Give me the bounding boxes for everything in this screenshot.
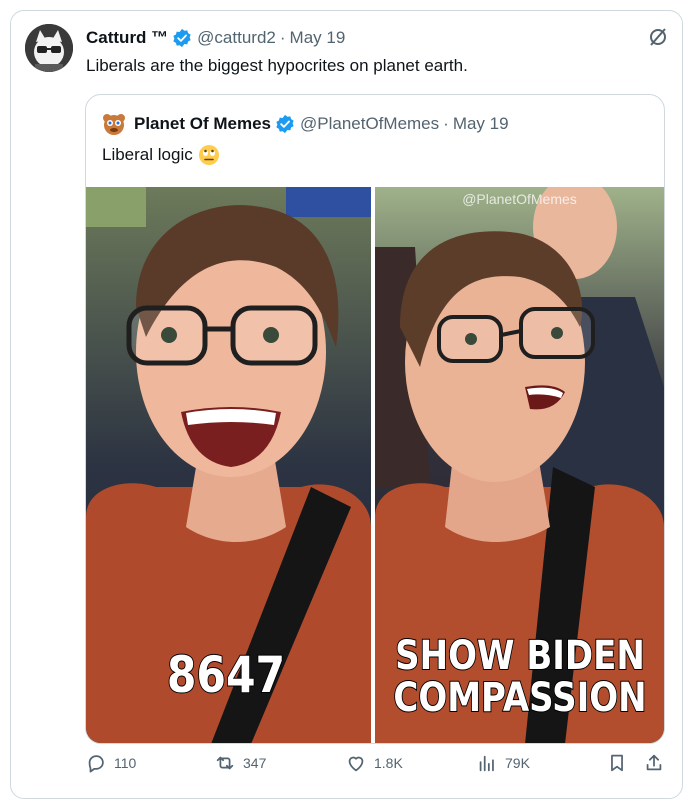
meme-right-caption-line1: SHOW BIDEN [394,633,645,679]
retweet-button[interactable]: 347 [214,752,266,774]
meme-right-panel: @PlanetOfMemes SHOW BIDEN COMPASSION [375,187,664,743]
verified-badge-icon [172,28,192,48]
rolling-eyes-emoji-icon [198,144,220,166]
views-button[interactable]: 79K [476,752,530,774]
retweet-icon [216,756,234,770]
quote-author-name[interactable]: Planet Of Memes [134,114,271,134]
author-handle[interactable]: @catturd2 [197,28,276,48]
meme-left-panel: 8647 [86,187,371,743]
quote-date[interactable]: May 19 [453,114,509,134]
separator-dot: · [279,28,286,47]
tweet-actions: 110 347 1.8K 79K [0,752,695,788]
share-icon [646,754,662,771]
like-button[interactable]: 1.8K [345,752,403,774]
retweet-count: 347 [243,755,267,771]
tweet-date[interactable]: May 19 [290,28,346,48]
quote-verified-badge-icon [275,114,295,134]
like-count: 1.8K [374,755,403,771]
quote-separator-dot: · [443,114,449,133]
tweet-header: Catturd ™ @catturd2 · May 19 [86,28,345,48]
quote-text-row: Liberal logic [102,144,220,166]
tweet-text: Liberals are the biggest hypocrites on p… [86,56,468,75]
heart-icon [348,756,364,772]
meme-image[interactable]: 8647 @PlanetOfMemes SHOW BIDEN COMPASSIO… [86,187,664,743]
author-name[interactable]: Catturd ™ [86,28,168,48]
quote-header: Planet Of Memes @PlanetOfMemes · May 19 [102,112,509,136]
meme-right-caption: SHOW BIDEN COMPASSION [380,633,661,721]
meme-left-caption: 8647 [166,646,286,704]
reply-count: 110 [114,755,137,771]
analytics-icon [479,755,494,772]
quoted-tweet[interactable]: Planet Of Memes @PlanetOfMemes · May 19 … [85,94,665,744]
quote-avatar[interactable] [102,112,126,136]
bookmark-button[interactable] [606,752,635,774]
grok-icon[interactable] [647,26,669,48]
view-count: 79K [505,755,530,771]
quote-author-handle[interactable]: @PlanetOfMemes [300,114,439,134]
meme-right-caption-line2: COMPASSION [393,675,648,721]
author-avatar[interactable] [25,24,73,72]
share-button[interactable] [643,752,672,774]
quote-text: Liberal logic [102,145,193,164]
reply-button[interactable]: 110 [85,752,136,774]
meme-watermark: @PlanetOfMemes [462,191,577,207]
reply-icon [88,755,104,773]
bookmark-icon [611,754,623,772]
